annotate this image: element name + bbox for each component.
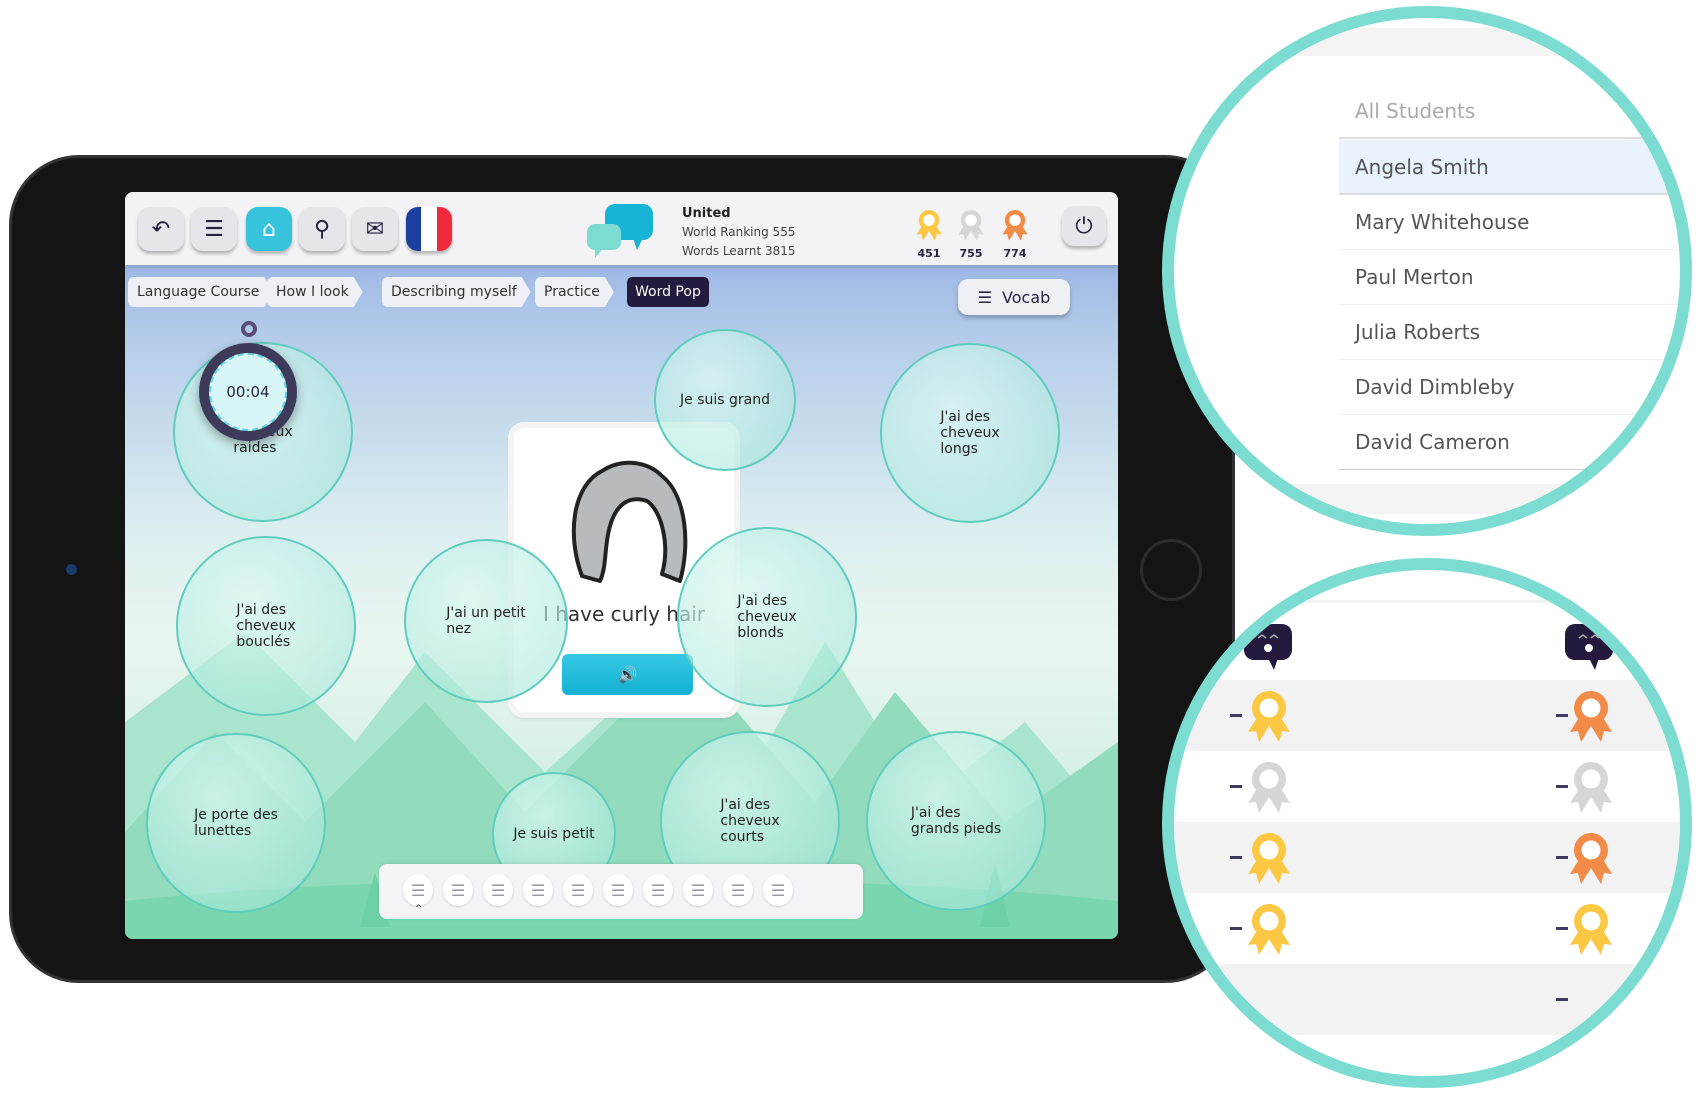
list-icon: ☰: [977, 287, 993, 307]
pop-mascot-icon: [1557, 622, 1617, 672]
dash-left: [1230, 714, 1242, 717]
award-medal-icon: [1566, 688, 1616, 744]
timer-value: 00:04: [209, 353, 287, 431]
word-bubble[interactable]: Je porte des lunettes: [146, 733, 326, 913]
award-medal-icon: [1244, 688, 1294, 744]
award-medal-icon: [1244, 759, 1294, 815]
student-item[interactable]: Julia Roberts: [1339, 305, 1680, 360]
award-row: [1174, 751, 1692, 822]
breadcrumb-language-course[interactable]: Language Course: [128, 277, 273, 307]
undo-icon: ↶: [151, 216, 171, 242]
home-icon: ⌂: [262, 216, 276, 242]
dash-left: [1230, 998, 1242, 1001]
language-flag-france[interactable]: [406, 207, 452, 251]
words-learnt: Words Learnt 3815: [682, 244, 796, 258]
curly-hair-image: [571, 460, 688, 583]
search-icon: ⚲: [313, 216, 331, 242]
answer-slot[interactable]: ☰: [643, 874, 673, 906]
answer-tray: ☰ ☰ ☰ ☰ ☰ ☰ ☰ ☰ ☰ ☰ ^: [379, 864, 863, 919]
dash-right: [1556, 998, 1568, 1001]
breadcrumb-practice[interactable]: Practice: [535, 277, 614, 307]
word-bubble[interactable]: J'ai un petit nez: [404, 539, 568, 703]
top-header: ↶ ☰ ⌂ ⚲ ✉ United World Ranking 555 Words…: [125, 192, 1118, 265]
gold-count: 451: [917, 247, 941, 260]
award-medal-icon: [1566, 759, 1616, 815]
answer-slot[interactable]: ☰: [483, 874, 513, 906]
app-screen: ↶ ☰ ⌂ ⚲ ✉ United World Ranking 555 Words…: [125, 192, 1118, 939]
dash-left: [1230, 785, 1242, 788]
home-button[interactable]: ⌂: [246, 207, 292, 251]
word-bubble[interactable]: J'ai des cheveux bouclés: [176, 536, 356, 716]
award-row: [1174, 964, 1680, 1035]
word-bubble[interactable]: J'ai des grands pieds: [866, 731, 1046, 911]
zoom-awards-table: [1162, 558, 1692, 1088]
student-item[interactable]: David Cameron: [1339, 415, 1680, 470]
word-bubble[interactable]: J'ai des cheveux blonds: [677, 527, 857, 707]
answer-slot[interactable]: ☰: [723, 874, 753, 906]
award-row: [1174, 893, 1692, 964]
vocab-mascot-icon: [1236, 622, 1296, 672]
award-medal-icon: [1244, 901, 1294, 957]
breadcrumb-word-pop[interactable]: Word Pop: [627, 277, 709, 307]
mail-icon: ✉: [365, 216, 385, 242]
student-item[interactable]: Paul Merton: [1339, 250, 1680, 305]
dash-left: [1230, 927, 1242, 930]
play-sound-button[interactable]: 🔊: [562, 654, 693, 695]
tablet-home-button[interactable]: [1140, 539, 1202, 601]
word-bubble[interactable]: Je suis grand: [654, 329, 796, 471]
zoom-student-list: All Students Angela Smith Mary Whitehous…: [1162, 6, 1692, 536]
slot-caret: ^: [415, 904, 423, 914]
award-medal-icon: [1566, 901, 1616, 957]
answer-slot[interactable]: ☰: [443, 874, 473, 906]
menu-button[interactable]: ☰: [191, 207, 237, 251]
vocab-label: Vocab: [1002, 287, 1051, 307]
vocab-button[interactable]: ☰ Vocab: [958, 279, 1070, 315]
speaker-icon: 🔊: [617, 665, 638, 684]
stopwatch-knob-icon: [241, 321, 257, 337]
student-item[interactable]: David Dimbleby: [1339, 360, 1680, 415]
tablet-camera: [66, 564, 77, 575]
power-icon: ⏻: [1075, 213, 1093, 239]
stopwatch-timer: 00:04: [199, 321, 297, 441]
word-bubble[interactable]: J'ai des cheveux longs: [880, 343, 1060, 523]
world-ranking: World Ranking 555: [682, 225, 796, 239]
list-top-bar: [1174, 28, 1680, 56]
mail-button[interactable]: ✉: [352, 207, 398, 251]
answer-slot[interactable]: ☰: [763, 874, 793, 906]
answer-slot[interactable]: ☰: [523, 874, 553, 906]
dash-left: [1230, 856, 1242, 859]
undo-button[interactable]: ↶: [138, 207, 184, 251]
bronze-medal-icon: [1000, 208, 1030, 242]
breadcrumb-describing-myself[interactable]: Describing myself: [382, 277, 531, 307]
menu-icon: ☰: [204, 216, 224, 242]
student-item[interactable]: Mary Whitehouse: [1339, 195, 1680, 250]
student-item[interactable]: Angela Smith: [1339, 140, 1680, 195]
table-top-divider: [1174, 600, 1680, 603]
answer-slot[interactable]: ☰: [403, 874, 433, 906]
power-button[interactable]: ⏻: [1062, 206, 1106, 246]
silver-medal-icon: [956, 208, 986, 242]
bronze-count: 774: [1003, 247, 1027, 260]
award-row: [1174, 822, 1680, 893]
gold-medal-icon: [914, 208, 944, 242]
answer-slot[interactable]: ☰: [563, 874, 593, 906]
app-logo-chat-icon: [587, 204, 653, 258]
answer-slot[interactable]: ☰: [603, 874, 633, 906]
answer-slot[interactable]: ☰: [683, 874, 713, 906]
silver-count: 755: [959, 247, 983, 260]
award-medal-icon: [1566, 830, 1616, 886]
award-medal-icon: [1244, 830, 1294, 886]
breadcrumb-how-i-look[interactable]: How I look: [267, 277, 363, 307]
list-bottom-bar: [1174, 484, 1680, 514]
profile-name: United: [682, 206, 731, 221]
student-list-header[interactable]: All Students: [1339, 84, 1680, 139]
search-button[interactable]: ⚲: [299, 207, 345, 251]
award-row: [1174, 680, 1680, 751]
